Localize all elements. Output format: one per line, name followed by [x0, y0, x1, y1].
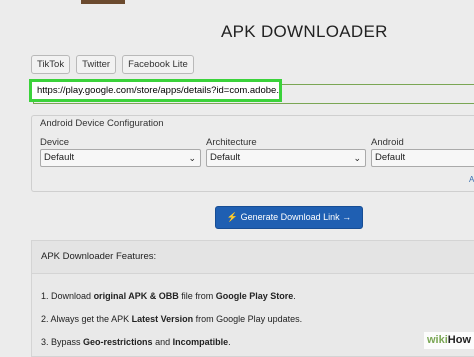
feature-text: Always get the APK — [50, 314, 132, 324]
features-title: APK Downloader Features: — [41, 251, 157, 262]
top-image-fragment — [81, 0, 125, 4]
architecture-label: Architecture — [206, 137, 257, 148]
feature-text: Download — [51, 291, 94, 301]
architecture-select-value: Default — [210, 152, 241, 163]
android-select[interactable]: Default — [371, 149, 474, 167]
page-title: APK DOWNLOADER — [221, 22, 388, 41]
feature-number: 2. — [41, 314, 49, 324]
url-input-value[interactable]: https://play.google.com/store/apps/detai… — [29, 79, 282, 102]
feature-text: from Google Play updates. — [193, 314, 303, 324]
bolt-icon: ⚡ — [226, 212, 239, 222]
architecture-select[interactable]: Default ⌄ — [206, 149, 366, 167]
feature-number: 3. — [41, 337, 49, 347]
quick-links: TikTok Twitter Facebook Lite — [31, 55, 194, 74]
chevron-down-icon: ⌄ — [188, 153, 196, 163]
feature-item: 2. Always get the APK Latest Version fro… — [41, 314, 302, 324]
quick-link-twitter[interactable]: Twitter — [76, 55, 117, 74]
quick-link-tiktok[interactable]: TikTok — [31, 55, 71, 74]
feature-text: . — [293, 291, 296, 301]
watermark-wiki: wiki — [427, 334, 448, 346]
feature-bold: original APK & OBB — [93, 291, 179, 301]
feature-bold: Geo-restrictions — [83, 337, 153, 347]
feature-text: file from — [178, 291, 216, 301]
config-title: Android Device Configuration — [40, 118, 164, 129]
generate-button-label: Generate Download Link → — [240, 212, 352, 222]
feature-text: . — [228, 337, 231, 347]
android-select-value: Default — [375, 152, 406, 163]
android-label: Android — [371, 137, 404, 148]
watermark-how: How — [447, 334, 472, 346]
feature-text: and — [152, 337, 173, 347]
feature-bold: Latest Version — [131, 314, 194, 324]
chevron-down-icon: ⌄ — [353, 153, 361, 163]
feature-bold: Google Play Store — [215, 291, 294, 301]
device-select-value: Default — [44, 152, 75, 163]
feature-number: 1. — [41, 291, 49, 301]
feature-bold: Incompatible — [172, 337, 229, 347]
wikihow-watermark: wikiHow — [424, 332, 474, 349]
config-stub-text: A — [469, 175, 474, 184]
quick-link-facebook-lite[interactable]: Facebook Lite — [122, 55, 194, 74]
url-text: https://play.google.com/store/apps/detai… — [37, 85, 279, 96]
feature-item: 1. Download original APK & OBB file from… — [41, 291, 296, 301]
device-label: Device — [40, 137, 70, 148]
feature-text: Bypass — [51, 337, 84, 347]
generate-download-link-button[interactable]: ⚡ Generate Download Link → — [215, 206, 363, 229]
feature-item: 3. Bypass Geo-restrictions and Incompati… — [41, 337, 231, 347]
device-select[interactable]: Default ⌄ — [40, 149, 201, 167]
